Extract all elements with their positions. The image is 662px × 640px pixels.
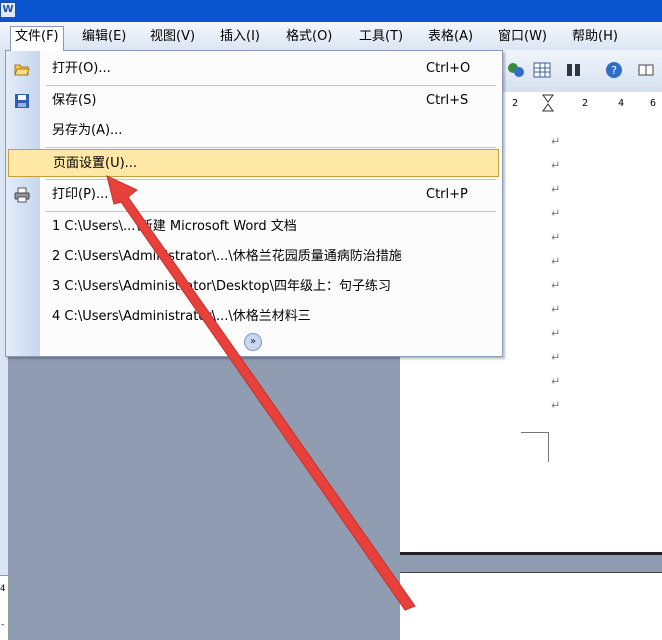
menu-separator (46, 179, 496, 180)
menu-item-save-as[interactable]: 另存为(A)... (6, 117, 502, 145)
menu-table[interactable]: 表格(A) (424, 27, 477, 47)
file-menu-dropdown: 打开(O)... Ctrl+O 保存(S) Ctrl+S 另存为(A)... 页… (5, 50, 503, 357)
ruler-tick: 2 (582, 98, 589, 109)
menu-item-recent-1[interactable]: 1 C:\Users\...\新建 Microsoft Word 文档 (6, 213, 502, 241)
recent-file-label: 1 C:\Users\...\新建 Microsoft Word 文档 (52, 219, 297, 234)
ruler-tick: 4 (618, 98, 625, 109)
menu-item-print[interactable]: 打印(P)... Ctrl+P (6, 181, 502, 209)
ruler-tick: 2 (512, 98, 519, 109)
read-mode-icon[interactable] (636, 60, 656, 80)
paragraph-mark-icon: ↵ (551, 135, 561, 148)
hyperlink-icon[interactable] (506, 60, 526, 80)
menu-view[interactable]: 视图(V) (146, 27, 199, 47)
paragraph-mark-icon: ↵ (551, 399, 561, 412)
paragraph-mark-icon: ↵ (551, 351, 561, 364)
horizontal-ruler[interactable]: 2 2 4 6 (500, 92, 662, 117)
paragraph-mark-icon: ↵ (551, 207, 561, 220)
paragraph-mark-icon: ↵ (551, 183, 561, 196)
menu-separator (46, 211, 496, 212)
menu-item-label: 另存为(A)... (52, 123, 123, 138)
menu-item-label: 打开(O)... (52, 61, 111, 76)
menu-item-page-setup[interactable]: 页面设置(U)... (8, 149, 499, 177)
table-icon[interactable] (532, 60, 552, 80)
printer-icon (14, 187, 30, 203)
menu-item-label: 保存(S) (52, 93, 97, 108)
page-margin-corner (521, 432, 548, 433)
paragraph-mark-icon: ↵ (551, 303, 561, 316)
menu-item-recent-2[interactable]: 2 C:\Users\Administrator\...\休格兰花园质量通病防治… (6, 243, 502, 271)
vertical-ruler-lower[interactable]: 4 - (0, 575, 8, 640)
menu-window[interactable]: 窗口(W) (494, 27, 551, 47)
recent-file-label: 2 C:\Users\Administrator\...\休格兰花园质量通病防治… (52, 249, 402, 264)
menu-item-shortcut: Ctrl+P (426, 187, 468, 202)
vertical-ruler-tick: - (0, 620, 6, 630)
page-margin-corner (548, 432, 549, 462)
menu-help[interactable]: 帮助(H) (568, 27, 622, 47)
vertical-ruler-tick: 4 (0, 584, 6, 594)
menu-item-shortcut: Ctrl+S (426, 93, 469, 108)
ruler-tick: 6 (650, 98, 657, 109)
title-bar: W (0, 0, 662, 22)
menu-bar: 文件(F) 编辑(E) 视图(V) 插入(I) 格式(O) 工具(T) 表格(A… (0, 22, 662, 51)
standard-toolbar: ? (500, 50, 662, 92)
paragraph-mark-icon: ↵ (551, 159, 561, 172)
menu-insert[interactable]: 插入(I) (216, 27, 264, 47)
menu-item-shortcut: Ctrl+O (426, 61, 471, 76)
help-icon[interactable]: ? (604, 60, 624, 80)
paragraph-mark-icon: ↵ (551, 279, 561, 292)
menu-item-recent-4[interactable]: 4 C:\Users\Administrator\...\休格兰材料三 (6, 303, 502, 331)
columns-icon[interactable] (564, 60, 584, 80)
recent-file-label: 4 C:\Users\Administrator\...\休格兰材料三 (52, 309, 311, 324)
menu-item-recent-3[interactable]: 3 C:\Users\Administrator\Desktop\四年级上：句子… (6, 273, 502, 301)
menu-edit[interactable]: 编辑(E) (78, 27, 130, 47)
paragraph-mark-icon: ↵ (551, 255, 561, 268)
indent-marker-icon[interactable] (542, 94, 554, 114)
paragraph-mark-icon: ↵ (551, 375, 561, 388)
document-page-next[interactable] (400, 572, 662, 640)
floppy-disk-icon (15, 94, 29, 108)
svg-text:?: ? (611, 64, 617, 77)
menu-tools[interactable]: 工具(T) (355, 27, 407, 47)
double-chevron-down-icon[interactable]: » (244, 333, 262, 351)
menu-separator (46, 85, 496, 86)
menu-item-label: 页面设置(U)... (53, 156, 138, 171)
menu-item-label: 打印(P)... (52, 187, 109, 202)
menu-item-save[interactable]: 保存(S) Ctrl+S (6, 87, 502, 115)
menu-item-open[interactable]: 打开(O)... Ctrl+O (6, 55, 502, 83)
paragraph-mark-icon: ↵ (551, 327, 561, 340)
open-folder-icon (14, 64, 30, 76)
menu-file[interactable]: 文件(F) (10, 26, 64, 51)
recent-file-label: 3 C:\Users\Administrator\Desktop\四年级上：句子… (52, 279, 392, 294)
word-app-icon[interactable]: W (0, 2, 16, 18)
menu-format[interactable]: 格式(O) (282, 27, 336, 47)
paragraph-mark-icon: ↵ (551, 231, 561, 244)
menu-separator (46, 147, 496, 148)
